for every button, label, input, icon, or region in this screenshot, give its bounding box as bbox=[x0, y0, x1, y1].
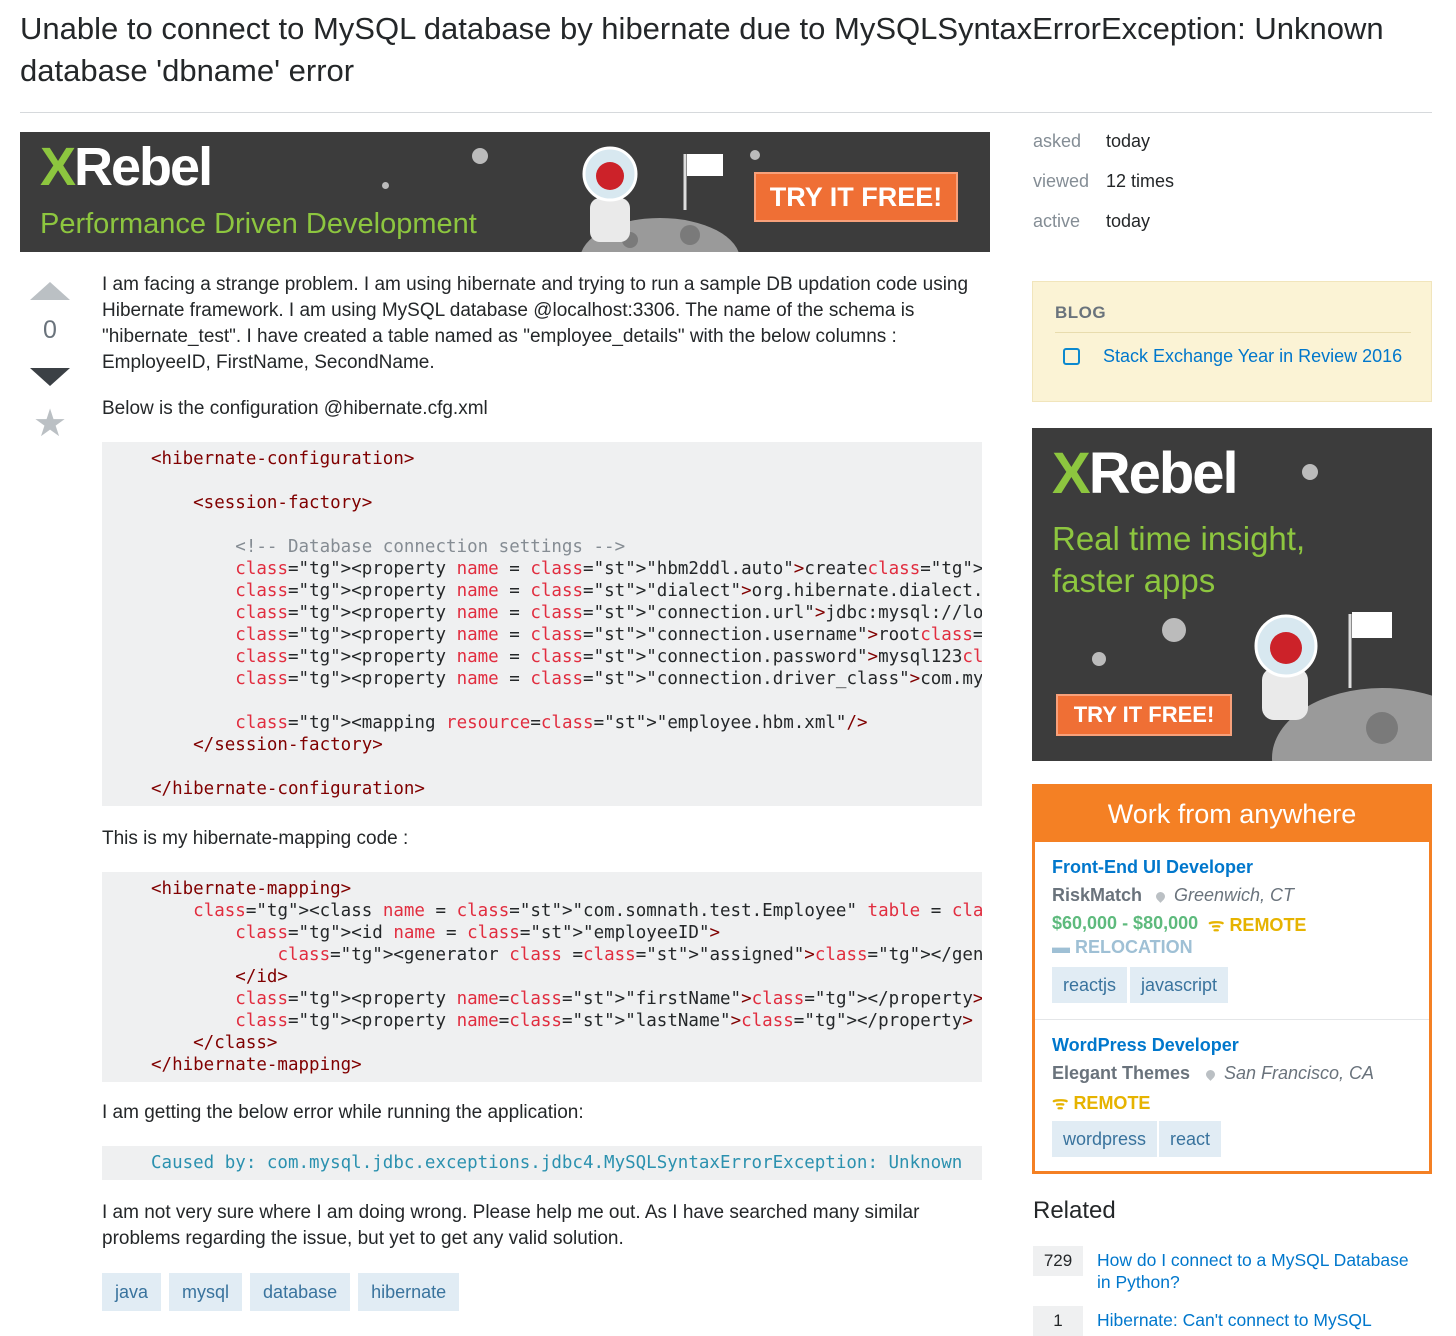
asteroid-icon bbox=[472, 148, 488, 164]
question-paragraph: I am not very sure where I am doing wron… bbox=[102, 1202, 920, 1249]
asteroid-icon bbox=[1092, 652, 1106, 666]
asteroid-icon bbox=[1302, 464, 1318, 480]
map-pin-icon bbox=[1204, 1068, 1217, 1081]
question-paragraph: I am getting the below error while runni… bbox=[102, 1102, 584, 1123]
job-location: San Francisco, CA bbox=[1204, 1063, 1374, 1084]
ad-tagline: Real time insight, faster apps bbox=[1052, 520, 1306, 599]
blog-divider bbox=[1055, 332, 1411, 333]
tag-database[interactable]: database bbox=[250, 1273, 351, 1311]
error-line: Caused by: com.mysql.jdbc.exceptions.jdb… bbox=[151, 1153, 963, 1173]
xrebel-logo: XRebel bbox=[1052, 441, 1239, 506]
job-tag[interactable]: wordpress bbox=[1052, 1121, 1158, 1157]
related-link[interactable]: How do I connect to a MySQL Database in … bbox=[1097, 1249, 1427, 1293]
tag-java[interactable]: java bbox=[102, 1273, 162, 1311]
wifi-icon: ᯤ bbox=[1208, 915, 1230, 935]
asteroid-icon bbox=[1162, 618, 1186, 642]
job-divider bbox=[1035, 1019, 1429, 1020]
related-score[interactable]: 1 bbox=[1033, 1306, 1083, 1336]
jobs-heading: Work from anywhere bbox=[1035, 787, 1429, 842]
question-title[interactable]: Unable to connect to MySQL database by h… bbox=[20, 8, 1440, 92]
code-block-mapping: <hibernate-mapping> class="tg"><class na… bbox=[102, 872, 982, 1082]
star-icon bbox=[382, 182, 389, 189]
truck-icon: ▬ bbox=[1052, 937, 1076, 957]
job-tag[interactable]: react bbox=[1159, 1121, 1222, 1157]
astronaut-illustration bbox=[581, 146, 739, 252]
map-pin-icon bbox=[1154, 890, 1167, 903]
upvote-arrow-icon[interactable] bbox=[30, 282, 70, 300]
ad-tagline: Performance Driven Development bbox=[40, 208, 477, 240]
active-label: active bbox=[1033, 211, 1081, 231]
job-remote: ᯤ REMOTE bbox=[1208, 915, 1307, 935]
try-it-free-button[interactable]: TRY IT FREE! bbox=[754, 172, 958, 222]
asked-value: today bbox=[1106, 131, 1151, 151]
question-paragraph: Below is the configuration @hibernate.cf… bbox=[102, 398, 488, 419]
blog-widget: BLOG Stack Exchange Year in Review 2016 bbox=[1032, 281, 1432, 402]
related-score[interactable]: 729 bbox=[1033, 1246, 1083, 1276]
blog-link[interactable]: Stack Exchange Year in Review 2016 bbox=[1103, 346, 1402, 367]
title-divider bbox=[20, 112, 1432, 113]
job-tag[interactable]: reactjs bbox=[1052, 967, 1128, 1003]
vote-count: 0 bbox=[43, 316, 57, 344]
job-relocation: ▬ RELOCATION bbox=[1052, 937, 1193, 957]
code-lines: <hibernate-mapping> class="tg"><class na… bbox=[151, 879, 982, 1075]
asked-label: asked bbox=[1033, 131, 1082, 151]
viewed-label: viewed bbox=[1033, 171, 1090, 191]
job-title-link[interactable]: WordPress Developer bbox=[1052, 1035, 1239, 1056]
asteroid-icon bbox=[750, 150, 760, 160]
related-link[interactable]: Hibernate: Can't connect to MySQL bbox=[1097, 1309, 1427, 1331]
astronaut-illustration bbox=[1254, 612, 1432, 761]
question-paragraph: I am facing a strange problem. I am usin… bbox=[102, 274, 969, 373]
chat-bubble-icon bbox=[1063, 348, 1080, 365]
job-location: Greenwich, CT bbox=[1154, 885, 1294, 906]
job-company: RiskMatch bbox=[1052, 885, 1143, 905]
ad-banner-top[interactable]: XRebel Performance Driven Development TR… bbox=[20, 132, 990, 252]
jobs-widget: Work from anywhere Front-End UI Develope… bbox=[1032, 784, 1432, 1174]
xrebel-logo: XRebel bbox=[40, 137, 213, 197]
code-lines: <hibernate-configuration> <session-facto… bbox=[151, 449, 982, 799]
favorite-star-icon[interactable]: ★ bbox=[30, 404, 70, 444]
ad-banner-side[interactable]: XRebel Real time insight, faster apps TRY… bbox=[1032, 428, 1432, 761]
job-title-link[interactable]: Front-End UI Developer bbox=[1052, 857, 1253, 878]
job-company: Elegant Themes bbox=[1052, 1063, 1191, 1083]
active-value[interactable]: today bbox=[1106, 211, 1150, 232]
tag-hibernate[interactable]: hibernate bbox=[358, 1273, 460, 1311]
related-heading: Related bbox=[1033, 1197, 1116, 1224]
blog-heading: BLOG bbox=[1055, 303, 1107, 322]
code-block-error: Caused by: com.mysql.jdbc.exceptions.jdb… bbox=[102, 1146, 982, 1180]
question-paragraph: This is my hibernate-mapping code : bbox=[102, 828, 409, 849]
question-tags: java mysql database hibernate bbox=[102, 1273, 460, 1311]
try-it-free-button[interactable]: TRY IT FREE! bbox=[1056, 694, 1232, 736]
job-remote: ᯤ REMOTE bbox=[1052, 1093, 1151, 1113]
job-salary: $60,000 - $80,000 bbox=[1052, 913, 1199, 933]
tag-mysql[interactable]: mysql bbox=[169, 1273, 243, 1311]
wifi-icon: ᯤ bbox=[1052, 1093, 1074, 1113]
downvote-arrow-icon[interactable] bbox=[30, 368, 70, 386]
job-tag[interactable]: javascript bbox=[1130, 967, 1229, 1003]
viewed-value: 12 times bbox=[1106, 171, 1175, 191]
code-block-config: <hibernate-configuration> <session-facto… bbox=[102, 442, 982, 806]
